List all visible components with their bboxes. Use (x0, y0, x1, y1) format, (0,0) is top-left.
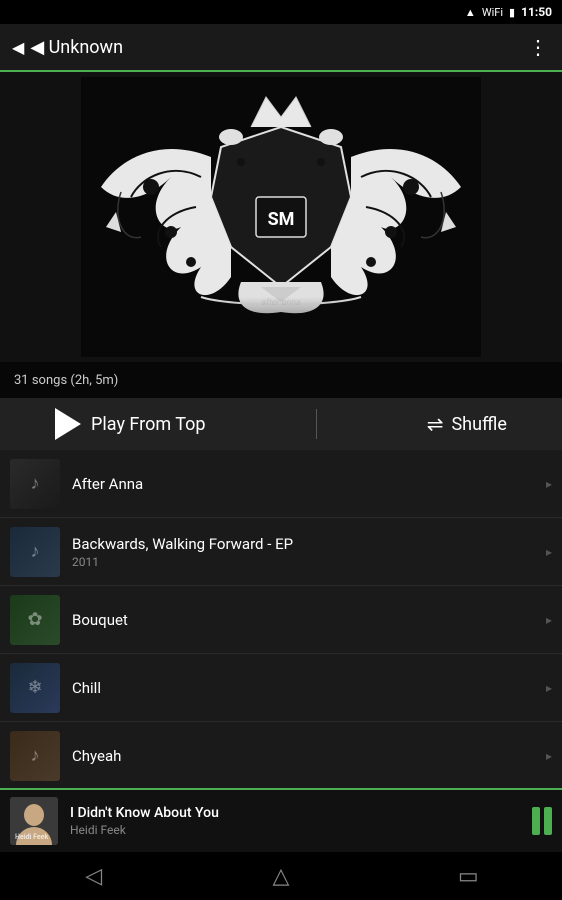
list-item[interactable]: ♪ Chyeah ▸ (0, 722, 562, 788)
nav-home-button[interactable]: △ (251, 852, 311, 900)
page-title: ◀ Unknown (30, 37, 123, 58)
song-title: Bouquet (72, 611, 534, 629)
wifi-icon: WiFi (482, 6, 503, 19)
song-thumbnail: ♪ (10, 731, 60, 781)
now-playing-thumbnail: Heidi Feek (10, 797, 58, 845)
list-arrow-icon: ▸ (546, 613, 552, 627)
battery-icon: ▮ (509, 6, 515, 19)
play-from-top-button[interactable]: Play From Top (55, 408, 205, 440)
album-art: SM (0, 72, 562, 362)
list-item[interactable]: ❄ Chill ▸ (0, 654, 562, 722)
song-thumbnail: ✿ (10, 595, 60, 645)
thumb-icon: ♪ (31, 541, 40, 562)
songs-count: 31 songs (2h, 5m) (14, 373, 118, 388)
play-label: Play From Top (91, 414, 205, 435)
np-thumb-img: Heidi Feek (10, 797, 58, 845)
song-info: Chyeah (60, 747, 546, 765)
album-art-bg: SM (0, 72, 562, 362)
song-info: After Anna (60, 475, 546, 493)
menu-button[interactable]: ⋮ (528, 35, 550, 59)
pause-bar-left (532, 807, 540, 835)
song-title: After Anna (72, 475, 534, 493)
song-subtitle: 2011 (72, 555, 534, 569)
thumb-icon: ♪ (31, 745, 40, 766)
status-time: 11:50 (521, 5, 552, 19)
svg-text:Heidi Feek: Heidi Feek (15, 833, 48, 841)
song-info: Chill (60, 679, 546, 697)
song-title: Chill (72, 679, 534, 697)
crest-svg: SM (81, 77, 481, 357)
now-playing-bar[interactable]: Heidi Feek I Didn't Know About You Heidi… (0, 788, 562, 852)
thumb-icon: ♪ (31, 473, 40, 494)
play-controls: Play From Top ⇌ Shuffle (0, 398, 562, 450)
song-thumbnail: ♪ (10, 459, 60, 509)
pause-bar-right (544, 807, 552, 835)
bottom-nav: ◁ △ ▭ (0, 852, 562, 900)
song-title: Backwards, Walking Forward - EP (72, 535, 534, 553)
thumb-icon: ❄ (27, 677, 42, 698)
play-icon (55, 408, 81, 440)
now-playing-artist: Heidi Feek (70, 823, 520, 837)
now-playing-controls[interactable] (532, 807, 552, 835)
song-info: Bouquet (60, 611, 546, 629)
song-info: Backwards, Walking Forward - EP 2011 (60, 535, 546, 569)
signal-icon: ▲ (465, 6, 476, 19)
status-bar: ▲ WiFi ▮ 11:50 (0, 0, 562, 24)
list-arrow-icon: ▸ (546, 545, 552, 559)
list-item[interactable]: ✿ Bouquet ▸ (0, 586, 562, 654)
now-playing-title: I Didn't Know About You (70, 805, 520, 821)
svg-text:SM: SM (268, 209, 295, 230)
shuffle-icon: ⇌ (427, 412, 444, 436)
song-list: ♪ After Anna ▸ ♪ Backwards, Walking Forw… (0, 450, 562, 788)
list-item[interactable]: ♪ After Anna ▸ (0, 450, 562, 518)
controls-divider (316, 409, 317, 439)
top-bar-left: ◀ ◀ Unknown (12, 37, 123, 58)
now-playing-info: I Didn't Know About You Heidi Feek (58, 805, 532, 837)
song-thumbnail: ♪ (10, 527, 60, 577)
back-icon[interactable]: ◀ (12, 38, 24, 57)
shuffle-button[interactable]: ⇌ Shuffle (427, 412, 507, 436)
nav-recents-button[interactable]: ▭ (438, 852, 498, 900)
list-item[interactable]: ♪ Backwards, Walking Forward - EP 2011 ▸ (0, 518, 562, 586)
thumb-icon: ✿ (27, 609, 42, 630)
list-arrow-icon: ▸ (546, 749, 552, 763)
song-title: Chyeah (72, 747, 534, 765)
status-icons: ▲ WiFi ▮ 11:50 (465, 5, 552, 19)
pause-button[interactable] (532, 807, 552, 835)
list-arrow-icon: ▸ (546, 681, 552, 695)
songs-info-bar: 31 songs (2h, 5m) (0, 362, 562, 398)
list-arrow-icon: ▸ (546, 477, 552, 491)
nav-back-button[interactable]: ◁ (64, 852, 124, 900)
top-bar: ◀ ◀ Unknown ⋮ (0, 24, 562, 72)
shuffle-label: Shuffle (451, 414, 506, 435)
song-thumbnail: ❄ (10, 663, 60, 713)
